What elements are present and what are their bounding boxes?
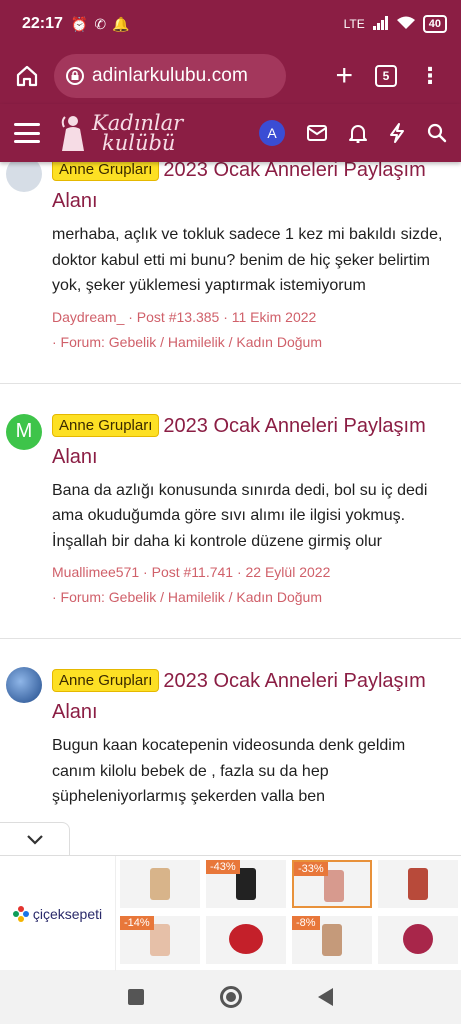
post-item[interactable]: M Anne Grupları 2023 Ocak Anneleri Paylaş… [0, 384, 461, 639]
ad-product-image [403, 924, 433, 954]
discount-badge: -33% [294, 862, 328, 876]
ad-product[interactable]: -33% [292, 860, 372, 908]
recents-button[interactable] [128, 989, 144, 1005]
browser-menu-button[interactable]: ⋮ [419, 65, 441, 87]
url-text: adinlarkulubu.com [92, 65, 248, 86]
post-snippet: Bugun kaan kocatepenin videosunda denk g… [52, 737, 406, 805]
home-icon [16, 65, 38, 87]
battery-indicator: 40 [422, 15, 447, 33]
ad-product-image [229, 924, 263, 954]
signal-icon [372, 15, 389, 33]
post-avatar[interactable] [6, 667, 42, 703]
ad-product[interactable] [120, 860, 200, 908]
mail-icon[interactable] [307, 125, 327, 141]
ad-brand-logo[interactable]: çiçeksepeti [0, 856, 116, 971]
site-logo[interactable]: Kadınlar kulübü [60, 111, 184, 155]
home-nav-button[interactable] [220, 986, 242, 1008]
back-button[interactable] [318, 988, 333, 1006]
flower-logo-icon [12, 905, 29, 922]
logo-text-line2: kulübü [102, 131, 176, 155]
lock-icon [66, 67, 84, 85]
ad-product-image [322, 924, 342, 956]
post-meta-forum-line[interactable]: · Forum: Gebelik / Hamilelik / Kadın Doğ… [52, 330, 449, 355]
site-header: Kadınlar kulübü A [0, 104, 461, 162]
ad-product[interactable] [206, 916, 286, 964]
home-button[interactable] [10, 59, 44, 93]
ad-banner[interactable]: çiçeksepeti -43% -33% -14% -8% [0, 855, 461, 971]
post-snippet: merhaba, açlık ve tokluk sadece 1 kez mi… [52, 226, 443, 294]
search-results-list: Anne Grupları 2023 Ocak Anneleri Paylaşım… [0, 150, 461, 810]
alarm-icon: ⏰ [70, 15, 89, 32]
post-avatar[interactable]: M [6, 413, 42, 450]
chevron-down-icon [26, 834, 43, 845]
ad-brand-name: çiçeksepeti [32, 905, 103, 922]
post-meta-forum-line[interactable]: · Forum: Gebelik / Hamilelik / Kadın Doğ… [52, 585, 449, 610]
logo-figure-icon [61, 116, 84, 151]
post-item[interactable]: Anne Grupları 2023 Ocak Anneleri Paylaşım… [0, 150, 461, 383]
ad-product-image [150, 868, 170, 900]
forum-badge[interactable]: Anne Grupları [52, 413, 160, 437]
logo-text-line1: Kadınlar [92, 111, 184, 135]
ad-product[interactable]: -8% [292, 916, 372, 964]
discount-badge: -43% [206, 860, 240, 874]
network-type: LTE [343, 17, 365, 31]
user-avatar[interactable]: A [259, 120, 285, 146]
lightning-icon[interactable] [389, 123, 405, 143]
status-time: 22:17 [22, 15, 63, 32]
status-notification-icons: ⏰ ✆ 🔔 [71, 16, 130, 33]
wifi-icon [396, 16, 415, 33]
post-snippet: Bana da azlığı konusunda sınırda dedi, b… [52, 481, 428, 550]
browser-toolbar: adinlarkulubu.com + 5 ⋮ [0, 48, 461, 104]
system-nav-bar [0, 970, 461, 1024]
ad-product[interactable] [378, 916, 458, 964]
whatsapp-icon: ✆ [94, 15, 107, 32]
discount-badge: -14% [120, 916, 154, 930]
post-item[interactable]: Anne Grupları 2023 Ocak Anneleri Paylaşım… [0, 639, 461, 810]
menu-icon[interactable] [14, 123, 40, 143]
ad-product[interactable] [378, 860, 458, 908]
tab-switcher-button[interactable]: 5 [375, 65, 397, 87]
discount-badge: -8% [292, 916, 320, 930]
status-system-icons: LTE 40 [344, 15, 447, 33]
search-icon[interactable] [427, 123, 447, 143]
address-bar[interactable]: adinlarkulubu.com [54, 54, 286, 98]
new-tab-button[interactable]: + [335, 61, 353, 91]
post-meta-author-line[interactable]: Daydream_ · Post #13.385 · 11 Ekim 2022 [52, 305, 449, 330]
ad-collapse-button[interactable] [0, 822, 70, 856]
post-meta-author-line[interactable]: Muallimee571 · Post #11.741 · 22 Eylül 2… [52, 560, 449, 585]
forum-badge[interactable]: Anne Grupları [52, 669, 160, 692]
ad-product-image [408, 868, 428, 900]
ad-product[interactable]: -14% [120, 916, 200, 964]
notification-bell-icon[interactable] [349, 123, 367, 143]
bell-icon: 🔔 [112, 15, 130, 32]
status-bar: 22:17 ⏰ ✆ 🔔 LTE 40 [0, 0, 461, 48]
ad-product[interactable]: -43% [206, 860, 286, 908]
